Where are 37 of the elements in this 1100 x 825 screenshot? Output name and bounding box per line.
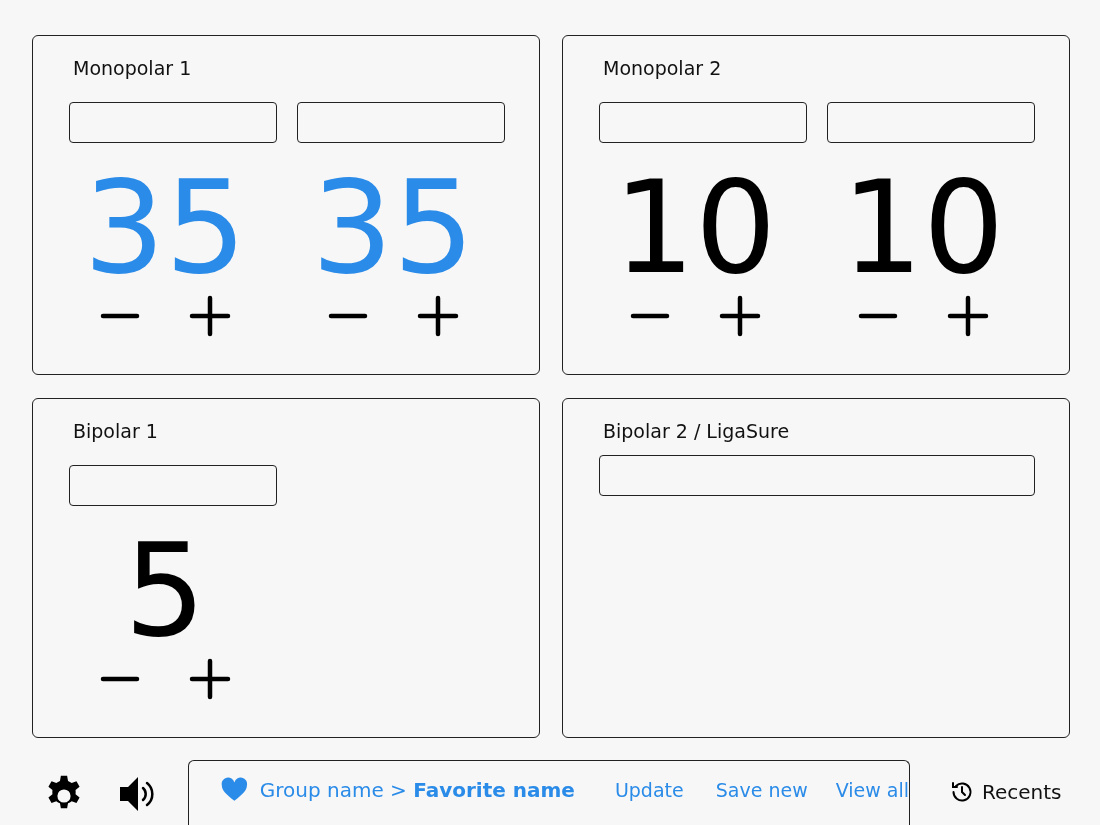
plus-icon <box>947 295 989 337</box>
minus-icon <box>858 313 898 319</box>
increase-button[interactable] <box>719 295 761 337</box>
increase-button[interactable] <box>947 295 989 337</box>
recents-button[interactable]: Recents <box>950 780 1062 804</box>
input-field[interactable] <box>69 102 277 143</box>
minus-icon <box>100 676 140 682</box>
favorite-action-link[interactable]: Update <box>614 778 684 801</box>
power-value: 35 <box>83 153 247 303</box>
panel-title: Monopolar 2 <box>603 56 723 81</box>
power-value: 10 <box>613 153 777 303</box>
plus-icon <box>719 295 761 337</box>
plus-icon <box>189 658 231 700</box>
power-value: 5 <box>124 516 206 666</box>
input-field[interactable] <box>827 102 1035 143</box>
panel-title: Monopolar 1 <box>73 56 193 81</box>
power-value: 35 <box>311 153 475 303</box>
input-field[interactable] <box>599 102 807 143</box>
favorite-action-link[interactable]: Save new <box>715 778 808 801</box>
plus-icon <box>417 295 459 337</box>
heart-icon <box>221 775 248 804</box>
increase-button[interactable] <box>189 658 231 700</box>
power-value: 10 <box>841 153 1005 303</box>
favorite-breadcrumb: Group name > Favorite name <box>259 777 575 802</box>
minus-icon <box>100 313 140 319</box>
panel-title: Bipolar 1 <box>73 419 159 444</box>
minus-icon <box>630 313 670 319</box>
minus-icon <box>328 313 368 319</box>
plus-icon <box>189 295 231 337</box>
history-icon <box>950 780 974 804</box>
input-field[interactable] <box>599 455 1035 496</box>
input-field[interactable] <box>69 465 277 506</box>
increase-button[interactable] <box>417 295 459 337</box>
input-field[interactable] <box>297 102 505 143</box>
increase-button[interactable] <box>189 295 231 337</box>
panel-title: Bipolar 2 / LigaSure <box>603 419 791 444</box>
favorite-action-link[interactable]: View all <box>835 778 909 801</box>
